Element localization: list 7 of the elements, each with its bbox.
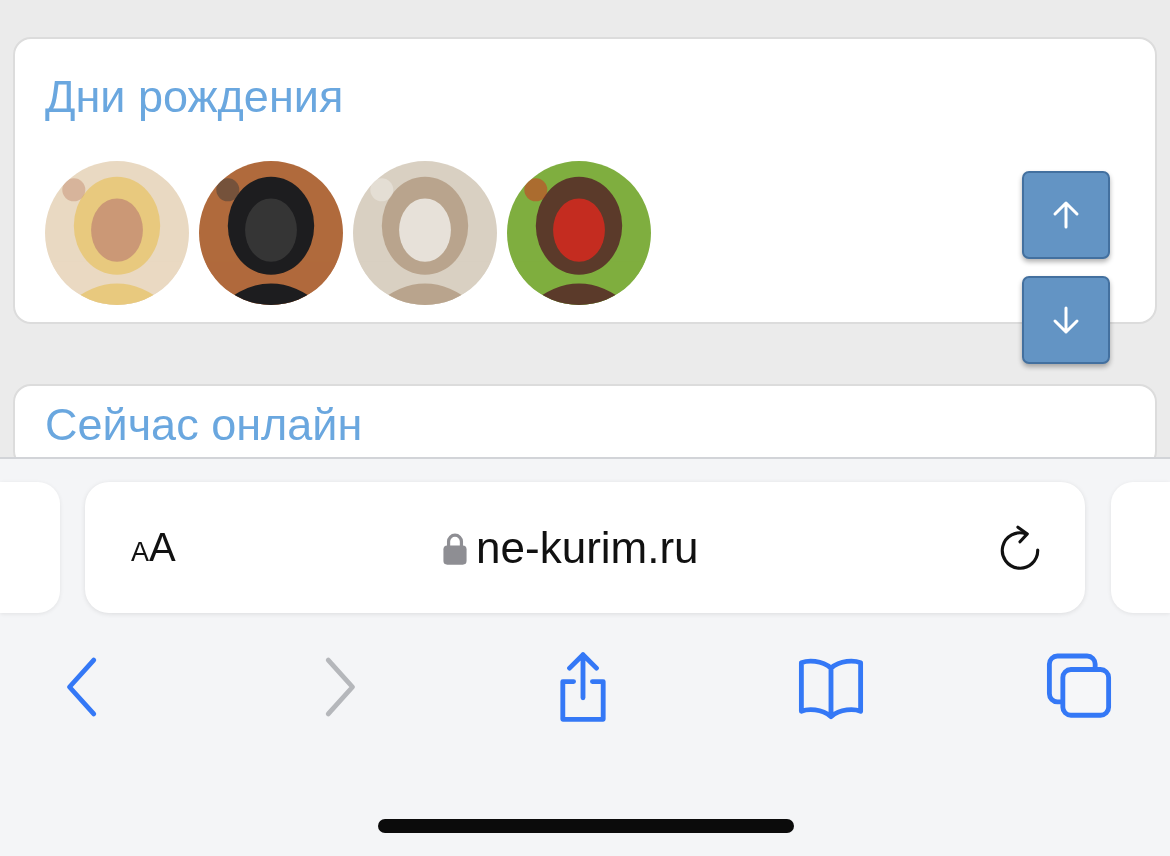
text-size-button[interactable]: AA (130, 525, 176, 570)
section-title: Сейчас онлайн (45, 400, 364, 450)
address-bar[interactable]: AA ne-kurim.ru (84, 482, 1086, 613)
url-text: ne-kurim.ru (476, 522, 699, 573)
scroll-down-button[interactable] (1022, 276, 1110, 364)
section-title: Дни рождения (45, 70, 345, 124)
scroll-up-button[interactable] (1022, 171, 1110, 259)
